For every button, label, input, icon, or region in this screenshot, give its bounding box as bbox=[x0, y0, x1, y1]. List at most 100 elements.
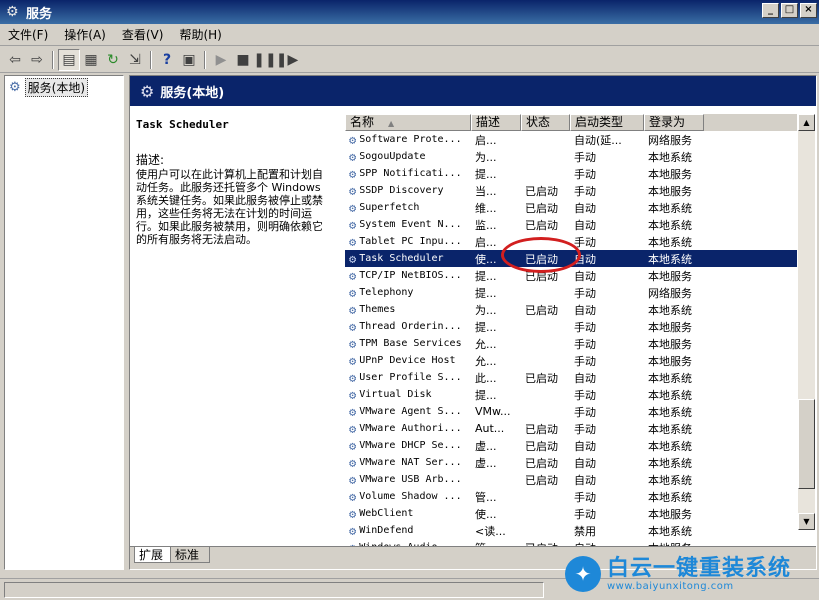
service-name-cell: ⚙ WebClient bbox=[345, 507, 471, 521]
service-gear-icon: ⚙ bbox=[349, 489, 357, 504]
menu-view[interactable]: 查看(V) bbox=[114, 25, 172, 45]
service-gear-icon: ⚙ bbox=[349, 438, 357, 453]
refresh-icon[interactable]: ↻ bbox=[102, 49, 124, 71]
show-hide-tree-icon[interactable]: ▤ bbox=[58, 48, 80, 71]
maximize-button[interactable]: □ bbox=[781, 3, 798, 18]
pause-icon[interactable]: ❚❚ bbox=[253, 49, 276, 71]
service-row[interactable]: ⚙ Virtual Disk 提... 手动 本地系统 bbox=[345, 386, 797, 403]
tree-item-services-local[interactable]: ⚙ 服务(本地) bbox=[9, 78, 123, 97]
service-startup-type-cell: 禁用 bbox=[574, 524, 596, 538]
scroll-thumb[interactable] bbox=[798, 399, 815, 489]
service-gear-icon: ⚙ bbox=[349, 251, 357, 266]
service-row[interactable]: ⚙ Tablet PC Inpu... 启... 手动 本地系统 bbox=[345, 233, 797, 250]
service-name-text: Themes bbox=[359, 304, 396, 315]
description-pane: Task Scheduler 描述: 使用户可以在此计算机上配置和计划自动任务。… bbox=[130, 106, 335, 546]
service-row[interactable]: ⚙ Superfetch 维... 已启动 自动 本地系统 bbox=[345, 199, 797, 216]
menu-file[interactable]: 文件(F) bbox=[0, 25, 56, 45]
service-row[interactable]: ⚙ Volume Shadow ... 管... 手动 本地系统 bbox=[345, 488, 797, 505]
service-row[interactable]: ⚙ Software Prote... 启... 自动(延... 网络服务 bbox=[345, 131, 797, 148]
toolbar-separator bbox=[204, 50, 206, 69]
play-icon[interactable]: ▶ bbox=[210, 49, 232, 71]
service-startup-type-cell: 手动 bbox=[574, 354, 596, 368]
service-startup-type-cell: 手动 bbox=[574, 337, 596, 351]
service-row[interactable]: ⚙ Telephony 提... 手动 网络服务 bbox=[345, 284, 797, 301]
service-row[interactable]: ⚙ VMware Authori... Aut... 已启动 手动 本地系统 bbox=[345, 420, 797, 437]
column-header-status[interactable]: 状态 bbox=[521, 114, 570, 131]
service-row[interactable]: ⚙ VMware NAT Ser... 虚... 已启动 自动 本地系统 bbox=[345, 454, 797, 471]
service-name-cell: ⚙ Software Prote... bbox=[345, 133, 471, 147]
vertical-scrollbar[interactable]: ▲ ▼ bbox=[798, 114, 815, 530]
restart-icon[interactable]: ❚▶ bbox=[276, 49, 299, 71]
back-icon[interactable]: ⇦ bbox=[4, 49, 26, 71]
service-startup-type-cell: 手动 bbox=[574, 320, 596, 334]
service-startup-type-cell: 手动 bbox=[574, 167, 596, 181]
service-row[interactable]: ⚙ TPM Base Services 允... 手动 本地服务 bbox=[345, 335, 797, 352]
menu-help[interactable]: 帮助(H) bbox=[171, 25, 229, 45]
service-startup-type-cell: 自动 bbox=[574, 456, 596, 470]
service-row[interactable]: ⚙ SSDP Discovery 当... 已启动 手动 本地服务 bbox=[345, 182, 797, 199]
service-logon-cell: 本地系统 bbox=[648, 473, 692, 487]
service-row[interactable]: ⚙ WebClient 使... 手动 本地服务 bbox=[345, 505, 797, 522]
service-logon-cell: 网络服务 bbox=[648, 286, 692, 300]
service-description-cell: 提... bbox=[475, 388, 497, 402]
service-row[interactable]: ⚙ WinDefend <读... 禁用 本地系统 bbox=[345, 522, 797, 539]
service-row[interactable]: ⚙ SogouUpdate 为... 手动 本地系统 bbox=[345, 148, 797, 165]
service-name-text: VMware DHCP Se... bbox=[359, 440, 462, 451]
service-startup-type-cell: 自动 bbox=[574, 201, 596, 215]
service-name-cell: ⚙ System Event N... bbox=[345, 218, 471, 232]
stop-icon[interactable]: ■ bbox=[232, 49, 254, 71]
service-row[interactable]: ⚙ Themes 为... 已启动 自动 本地系统 bbox=[345, 301, 797, 318]
forward-icon[interactable]: ⇨ bbox=[26, 49, 48, 71]
column-header-startup-type[interactable]: 启动类型 bbox=[570, 114, 644, 131]
tab-extended[interactable]: 扩展 bbox=[134, 547, 175, 563]
service-row[interactable]: ⚙ TCP/IP NetBIOS... 提... 已启动 自动 本地服务 bbox=[345, 267, 797, 284]
scroll-up-button[interactable]: ▲ bbox=[798, 114, 815, 131]
minimize-button[interactable]: _ bbox=[762, 3, 779, 18]
service-name-cell: ⚙ VMware Agent S... bbox=[345, 405, 471, 419]
service-row[interactable]: ⚙ Task Scheduler 使... 已启动 自动 本地系统 bbox=[345, 250, 797, 267]
service-row[interactable]: ⚙ User Profile S... 此... 已启动 自动 本地系统 bbox=[345, 369, 797, 386]
column-header-description[interactable]: 描述 bbox=[471, 114, 521, 131]
service-startup-type-cell: 自动 bbox=[574, 269, 596, 283]
service-name-cell: ⚙ Volume Shadow ... bbox=[345, 490, 471, 504]
watermark: ✦ 白云一键重装系统 www.baiyunxitong.com bbox=[565, 552, 815, 596]
export-icon[interactable]: ⇲ bbox=[124, 49, 146, 71]
service-name-cell: ⚙ VMware DHCP Se... bbox=[345, 439, 471, 453]
service-gear-icon: ⚙ bbox=[349, 149, 357, 164]
scroll-down-button[interactable]: ▼ bbox=[798, 513, 815, 530]
service-name-text: Telephony bbox=[359, 287, 414, 298]
service-name-cell: ⚙ Virtual Disk bbox=[345, 388, 471, 402]
service-status-cell: 已启动 bbox=[525, 218, 558, 232]
tab-standard[interactable]: 标准 bbox=[170, 547, 211, 563]
properties-icon[interactable]: ▦ bbox=[80, 49, 102, 71]
close-button[interactable]: × bbox=[800, 3, 817, 18]
service-name-text: UPnP Device Host bbox=[359, 355, 456, 366]
service-row[interactable]: ⚙ VMware USB Arb... 已启动 自动 本地系统 bbox=[345, 471, 797, 488]
service-logon-cell: 本地系统 bbox=[648, 201, 692, 215]
service-name-text: Superfetch bbox=[359, 202, 420, 213]
service-row[interactable]: ⚙ UPnP Device Host 允... 手动 本地服务 bbox=[345, 352, 797, 369]
service-row[interactable]: ⚙ System Event N... 监... 已启动 自动 本地系统 bbox=[345, 216, 797, 233]
service-name-cell: ⚙ TCP/IP NetBIOS... bbox=[345, 269, 471, 283]
service-startup-type-cell: 自动 bbox=[574, 218, 596, 232]
service-gear-icon: ⚙ bbox=[349, 336, 357, 351]
service-name-text: Task Scheduler bbox=[359, 253, 444, 264]
column-header-name[interactable]: 名称 ▲ bbox=[345, 114, 471, 131]
service-row[interactable]: ⚙ VMware Agent S... VMw... 手动 本地系统 bbox=[345, 403, 797, 420]
service-startup-type-cell: 自动 bbox=[574, 303, 596, 317]
toolbar: ⇦ ⇨ ▤ ▦ ↻ ⇲ ? ▣ ▶ ■ ❚❚ ❚▶ bbox=[0, 47, 819, 73]
column-header-logon-as[interactable]: 登录为 bbox=[644, 114, 704, 131]
service-row[interactable]: ⚙ VMware DHCP Se... 虚... 已启动 自动 本地系统 bbox=[345, 437, 797, 454]
service-description-cell: 虚... bbox=[475, 456, 497, 470]
service-description-cell: 提... bbox=[475, 269, 497, 283]
service-logon-cell: 本地系统 bbox=[648, 422, 692, 436]
service-status-cell: 已启动 bbox=[525, 269, 558, 283]
service-row[interactable]: ⚙ SPP Notificati... 提... 手动 本地服务 bbox=[345, 165, 797, 182]
details-view-icon[interactable]: ▣ bbox=[178, 49, 200, 71]
column-header-label: 名称 bbox=[350, 115, 375, 129]
service-name-text: VMware USB Arb... bbox=[359, 474, 462, 485]
selected-service-name: Task Scheduler bbox=[136, 118, 229, 131]
service-row[interactable]: ⚙ Thread Orderin... 提... 手动 本地服务 bbox=[345, 318, 797, 335]
menu-action[interactable]: 操作(A) bbox=[56, 25, 114, 45]
help-icon[interactable]: ? bbox=[156, 49, 178, 71]
